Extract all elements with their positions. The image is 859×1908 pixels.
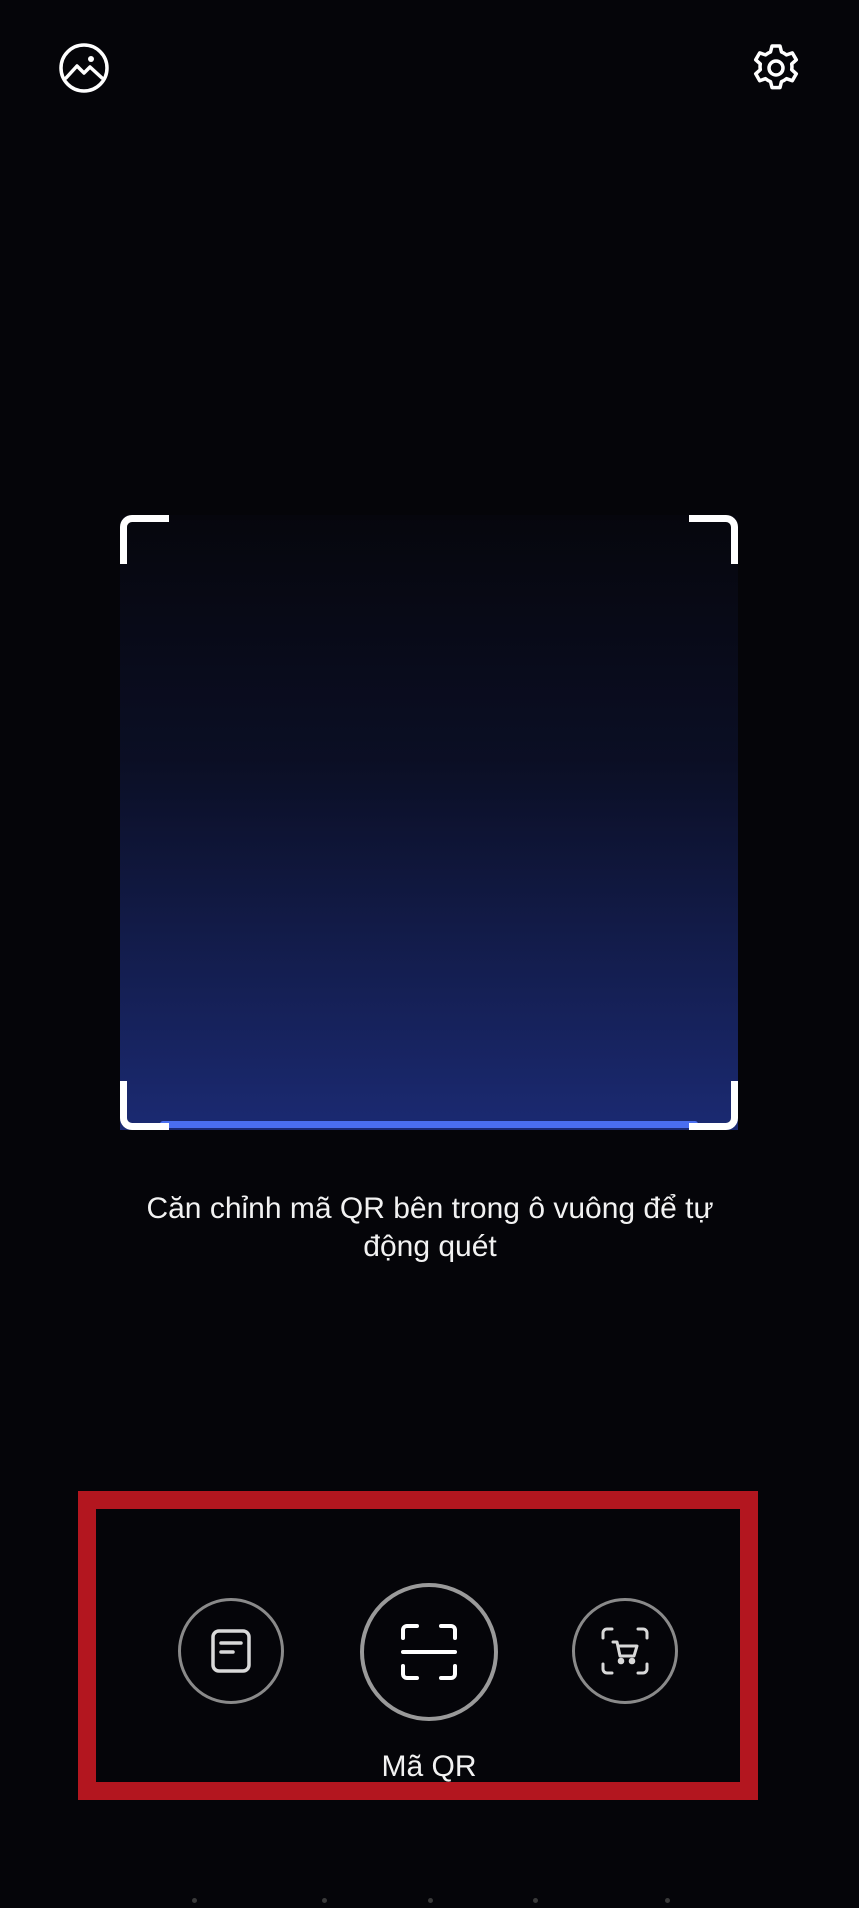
nav-dot (428, 1898, 433, 1903)
scan-instruction: Căn chỉnh mã QR bên trong ô vuông để tự … (146, 1192, 714, 1263)
document-mode-button[interactable] (178, 1598, 284, 1704)
settings-button[interactable] (746, 38, 806, 98)
scan-highlight (120, 515, 738, 1130)
nav-dot (192, 1898, 197, 1903)
document-icon (211, 1629, 251, 1673)
frame-corner-bottom-left (120, 1081, 169, 1130)
active-mode-label: Mã QR (381, 1750, 477, 1783)
nav-handle-dots (0, 1898, 859, 1904)
scan-frame (120, 515, 738, 1130)
shopping-mode-button[interactable] (572, 1598, 678, 1704)
shopping-cart-scan-icon (601, 1627, 649, 1675)
frame-corner-top-left (120, 515, 169, 564)
nav-dot (665, 1898, 670, 1903)
gallery-button[interactable] (54, 38, 114, 98)
gear-icon (753, 44, 799, 90)
frame-corner-top-right (689, 515, 738, 564)
scan-line (160, 1121, 698, 1128)
qr-scan-icon (401, 1624, 457, 1680)
qr-scanner-screen: Căn chỉnh mã QR bên trong ô vuông để tự … (0, 0, 859, 1908)
nav-dot (322, 1898, 327, 1903)
frame-corner-bottom-right (689, 1081, 738, 1130)
nav-dot (533, 1898, 538, 1903)
gallery-image-icon (59, 43, 109, 93)
qr-mode-button[interactable] (360, 1583, 498, 1721)
